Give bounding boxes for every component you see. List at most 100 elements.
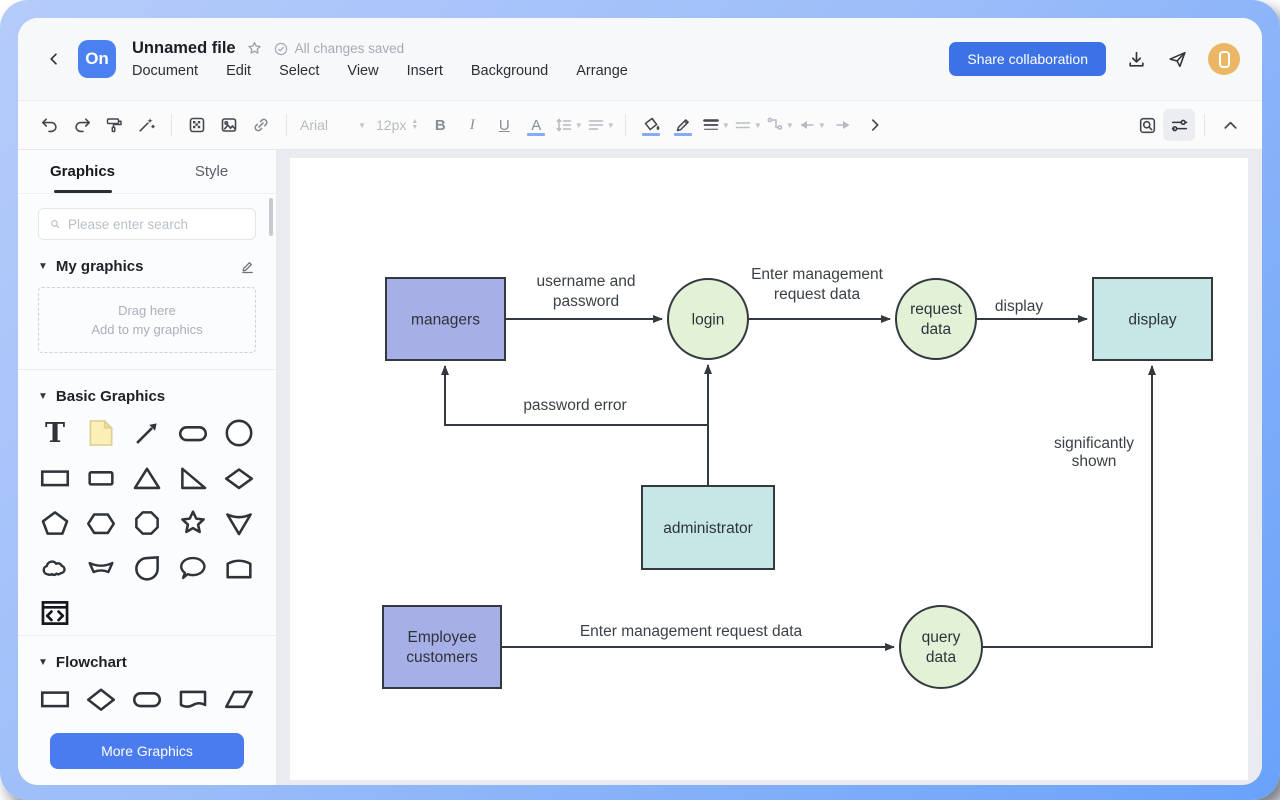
menu-insert[interactable]: Insert: [407, 63, 443, 79]
collapse-caret-icon[interactable]: ▼: [38, 261, 48, 272]
find-in-document-button[interactable]: [1131, 109, 1163, 141]
check-circle-icon: [273, 41, 289, 57]
arrow-end-button[interactable]: [827, 109, 859, 141]
shape-star-icon[interactable]: [173, 505, 213, 541]
shape-arrow-icon[interactable]: [127, 415, 167, 451]
font-size-value: 12px: [376, 117, 406, 133]
insert-link-button[interactable]: [245, 109, 277, 141]
menu-select[interactable]: Select: [279, 63, 319, 79]
shape-right-triangle-icon[interactable]: [173, 460, 213, 496]
shape-search[interactable]: [38, 208, 256, 240]
toolbar-expand-button[interactable]: [859, 109, 891, 141]
arrow-right-icon: [833, 115, 853, 135]
insert-image-button[interactable]: [213, 109, 245, 141]
menu-document[interactable]: Document: [132, 63, 198, 79]
font-color-button[interactable]: A: [520, 109, 552, 141]
download-icon[interactable]: [1126, 49, 1147, 70]
redo-icon: [72, 115, 92, 135]
shape-cloud-icon[interactable]: [35, 550, 75, 586]
menu-view[interactable]: View: [347, 63, 378, 79]
more-graphics-button[interactable]: More Graphics: [50, 733, 244, 769]
border-color-button[interactable]: [667, 109, 699, 141]
paint-bucket-icon: [641, 115, 661, 135]
user-avatar[interactable]: [1208, 43, 1240, 75]
shape-circle-icon[interactable]: [219, 415, 259, 451]
edge-label-password-error: password error: [523, 397, 626, 414]
font-size-select[interactable]: 12px ▲▼: [370, 117, 424, 133]
edge-querydata-display[interactable]: [982, 366, 1152, 647]
format-painter-button[interactable]: [98, 109, 130, 141]
shape-parallelogram-icon[interactable]: [219, 681, 259, 717]
magic-wand-button[interactable]: [130, 109, 162, 141]
edge-password-error[interactable]: [445, 366, 708, 425]
favorite-star-icon[interactable]: [246, 40, 263, 57]
line-spacing-button[interactable]: ▼: [552, 109, 584, 141]
shape-arch-rectangle-icon[interactable]: [219, 550, 259, 586]
shape-octagon-icon[interactable]: [127, 505, 167, 541]
shape-rectangle2-icon[interactable]: [81, 460, 121, 496]
node-administrator-label: administrator: [663, 520, 753, 537]
shape-text-icon[interactable]: T: [35, 415, 75, 451]
bold-button[interactable]: B: [424, 109, 456, 141]
collapse-caret-icon[interactable]: ▼: [38, 391, 48, 402]
undo-icon: [40, 115, 60, 135]
shape-speech-bubble-icon[interactable]: [173, 550, 213, 586]
italic-button[interactable]: I: [456, 109, 488, 141]
text-align-button[interactable]: ▼: [584, 109, 616, 141]
line-style-button[interactable]: ▼: [731, 109, 763, 141]
collapse-toolbar-button[interactable]: [1214, 109, 1246, 141]
redo-button[interactable]: [66, 109, 98, 141]
edit-my-graphics-icon[interactable]: [239, 258, 256, 275]
search-input[interactable]: [68, 217, 245, 232]
my-graphics-dropzone[interactable]: Drag here Add to my graphics: [38, 287, 256, 353]
menu-background[interactable]: Background: [471, 63, 548, 79]
back-button[interactable]: [40, 45, 68, 73]
sidebar-scrollbar[interactable]: [269, 198, 273, 236]
settings-panel-button[interactable]: [1163, 109, 1195, 141]
fill-color-button[interactable]: [635, 109, 667, 141]
shape-process-icon[interactable]: [35, 681, 75, 717]
font-family-select[interactable]: Arial▼: [296, 117, 370, 133]
edge-label-enter-management-bottom: Enter management request data: [580, 623, 803, 640]
shape-code-block-icon[interactable]: [35, 595, 75, 631]
shape-triangle-icon[interactable]: [127, 460, 167, 496]
tab-graphics[interactable]: Graphics: [18, 150, 147, 193]
shape-stadium-icon[interactable]: [173, 415, 213, 451]
send-icon[interactable]: [1167, 49, 1188, 70]
dash-style-icon: [733, 115, 753, 135]
underline-button[interactable]: U: [488, 109, 520, 141]
arrow-start-button[interactable]: ▼: [795, 109, 827, 141]
connector-style-button[interactable]: ▼: [763, 109, 795, 141]
node-query-data[interactable]: [900, 606, 982, 688]
shape-decision-icon[interactable]: [81, 681, 121, 717]
font-size-stepper[interactable]: ▲▼: [411, 119, 418, 131]
shape-hexagon-icon[interactable]: [81, 505, 121, 541]
menu-edit[interactable]: Edit: [226, 63, 251, 79]
shape-teardrop-icon[interactable]: [127, 550, 167, 586]
node-request-data[interactable]: [896, 279, 976, 359]
document-title[interactable]: Unnamed file: [132, 39, 236, 58]
save-status: All changes saved: [273, 41, 405, 57]
line-weight-button[interactable]: ▼: [699, 109, 731, 141]
tab-style[interactable]: Style: [147, 150, 276, 193]
shape-arc-band-icon[interactable]: [81, 550, 121, 586]
shape-document-icon[interactable]: [173, 681, 213, 717]
shape-pentagon-icon[interactable]: [35, 505, 75, 541]
share-collaboration-button[interactable]: Share collaboration: [949, 42, 1106, 76]
app-logo[interactable]: On: [78, 40, 116, 78]
image-icon: [219, 115, 239, 135]
basic-graphics-title: Basic Graphics: [56, 388, 165, 405]
shape-rectangle-icon[interactable]: [35, 460, 75, 496]
basic-graphics-grid: T: [32, 415, 262, 631]
collapse-caret-icon[interactable]: ▼: [38, 657, 48, 668]
node-employee-customers[interactable]: [383, 606, 501, 688]
search-icon: [49, 216, 61, 232]
transparency-button[interactable]: [181, 109, 213, 141]
shape-cone-icon[interactable]: [219, 505, 259, 541]
menu-arrange[interactable]: Arrange: [576, 63, 628, 79]
shape-terminator-icon[interactable]: [127, 681, 167, 717]
shape-sticky-note-icon[interactable]: [81, 415, 121, 451]
shape-diamond-icon[interactable]: [219, 460, 259, 496]
undo-button[interactable]: [34, 109, 66, 141]
drawing-canvas[interactable]: managers login requestdata display admin…: [290, 158, 1248, 780]
